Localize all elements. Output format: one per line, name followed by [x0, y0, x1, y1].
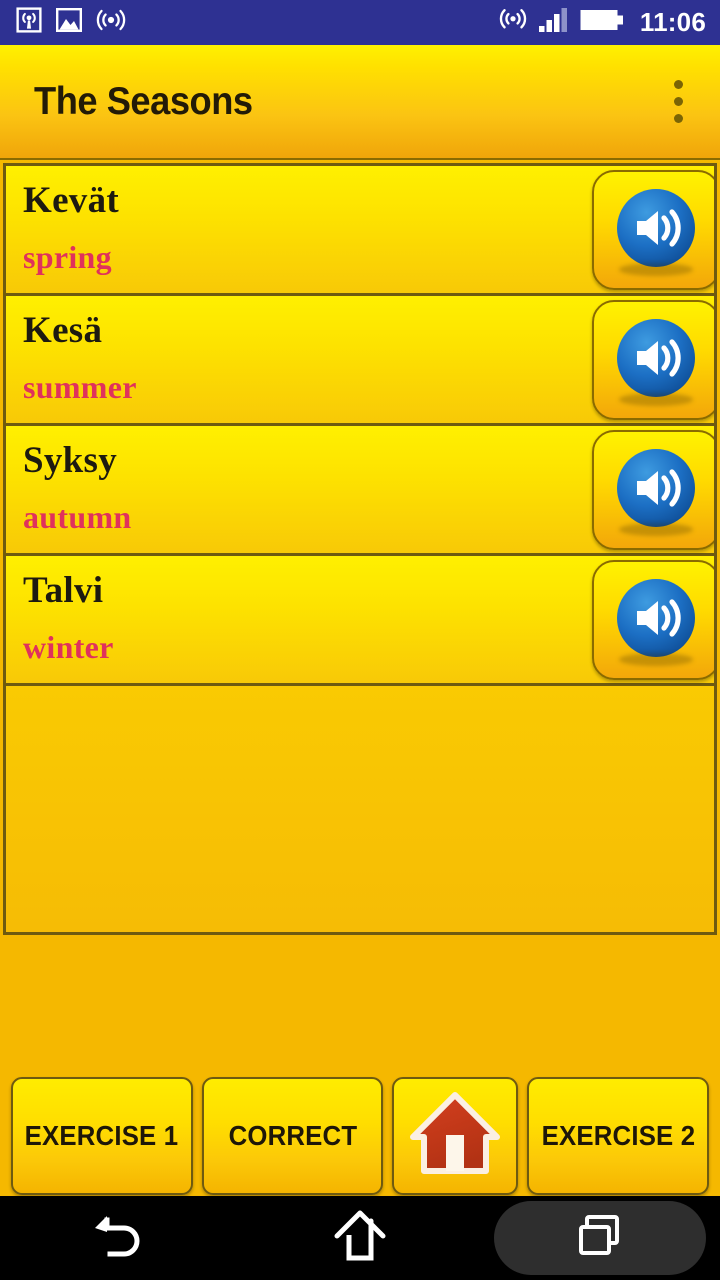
- home-icon: [332, 1209, 388, 1268]
- android-nav-bar: [0, 1196, 720, 1280]
- speaker-icon: [611, 575, 701, 666]
- overflow-dot: [673, 97, 683, 106]
- speaker-icon: [611, 185, 701, 276]
- overflow-menu-icon[interactable]: [650, 62, 706, 142]
- home-button[interactable]: [392, 1077, 519, 1195]
- exercise-1-label: EXERCISE 1: [25, 1120, 179, 1151]
- android-status-bar: 11:06: [0, 0, 720, 45]
- hotspot-icon: [96, 8, 126, 37]
- nav-back-button[interactable]: [0, 1196, 240, 1280]
- nav-home-button[interactable]: [240, 1196, 480, 1280]
- word-translation: winter: [23, 629, 114, 665]
- word-translation: summer: [23, 369, 137, 405]
- speaker-icon: [611, 315, 701, 406]
- house-icon: [409, 1091, 501, 1182]
- image-icon: [56, 8, 83, 37]
- app-screen: 11:06 The Seasons Kevät spring Kesä summ…: [0, 0, 720, 1280]
- status-clock: 11:06: [639, 7, 706, 37]
- exercise-1-button[interactable]: EXERCISE 1: [11, 1077, 193, 1195]
- cast-icon: [16, 7, 42, 38]
- list-item[interactable]: Talvi winter: [6, 556, 714, 686]
- list-item[interactable]: Kesä summer: [6, 296, 714, 426]
- speaker-icon: [611, 445, 701, 536]
- list-item[interactable]: Syksy autumn: [6, 426, 714, 556]
- nfc-icon: [498, 5, 528, 40]
- recents-icon: [575, 1211, 625, 1266]
- app-action-bar: The Seasons: [0, 45, 720, 160]
- status-right-icons: 11:06: [498, 5, 706, 40]
- speaker-button[interactable]: [592, 169, 714, 290]
- correct-label: CORRECT: [228, 1120, 357, 1151]
- speaker-button[interactable]: [592, 299, 714, 420]
- correct-button[interactable]: CORRECT: [201, 1077, 384, 1195]
- overflow-dot: [673, 80, 683, 89]
- nav-recents-button[interactable]: [480, 1196, 720, 1280]
- list-item[interactable]: Kevät spring: [6, 166, 714, 296]
- status-left-icons: [16, 7, 126, 38]
- signal-bars-icon: [538, 7, 570, 38]
- speaker-button[interactable]: [592, 559, 714, 680]
- exercise-2-button[interactable]: EXERCISE 2: [527, 1077, 710, 1195]
- overflow-dot: [673, 114, 683, 123]
- bottom-button-bar: EXERCISE 1 CORRECT EXERCISE 2: [0, 1076, 720, 1196]
- back-icon: [90, 1210, 150, 1267]
- recents-highlight-pill: [494, 1201, 706, 1275]
- word-translation: spring: [23, 239, 112, 275]
- exercise-2-label: EXERCISE 2: [541, 1120, 695, 1151]
- speaker-button[interactable]: [592, 429, 714, 550]
- word-translation: autumn: [23, 499, 132, 535]
- battery-icon: [580, 7, 624, 38]
- page-title: The Seasons: [34, 79, 253, 123]
- seasons-list: Kevät spring Kesä summer Syksy autumn Ta…: [3, 163, 717, 935]
